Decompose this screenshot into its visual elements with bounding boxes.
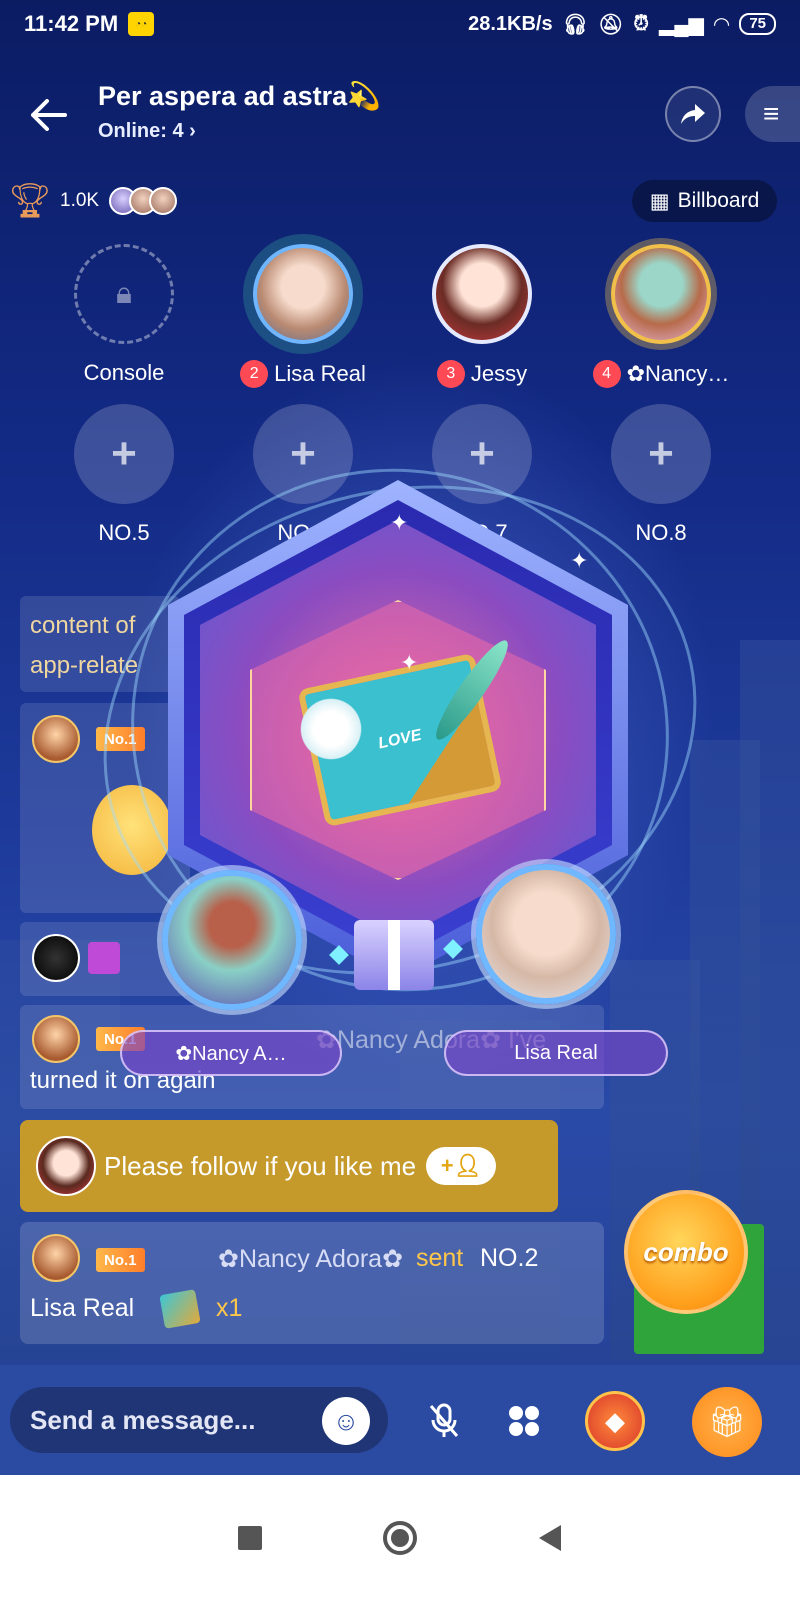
seat-label: Console bbox=[83, 360, 165, 385]
gift-icon[interactable]: 🎁︎ bbox=[692, 1387, 762, 1457]
receiver-avatar bbox=[476, 864, 616, 1004]
avatar bbox=[253, 244, 353, 344]
seat-label: Lisa Real bbox=[274, 361, 366, 386]
system-nav-bar bbox=[0, 1475, 800, 1600]
headphones-icon: 🎧︎ bbox=[562, 13, 588, 36]
mute-bell-icon: 🔕︎ bbox=[597, 13, 624, 36]
seat-console[interactable]: 🔒︎ Console bbox=[34, 244, 214, 386]
mic-off-icon[interactable] bbox=[418, 1395, 470, 1447]
sparkle-icon: ✦ bbox=[570, 548, 589, 573]
hamburger-icon: ≡ bbox=[763, 98, 780, 129]
avatar bbox=[36, 1136, 96, 1196]
gift-animation-overlay: LOVE ✦ ✦ ✦ ✿Nancy A… Lisa Real bbox=[48, 393, 752, 1076]
gift-receiver: Lisa Real bbox=[30, 1294, 135, 1322]
battery-indicator: 75 bbox=[739, 13, 776, 35]
gift-quantity: x1 bbox=[216, 1294, 243, 1322]
gift-box-icon bbox=[354, 920, 434, 990]
follow-prompt[interactable]: Please follow if you like me +👤︎ bbox=[20, 1120, 558, 1212]
avatar bbox=[149, 187, 178, 215]
seat-number-badge: 4 bbox=[592, 360, 621, 388]
app-notification-icon: ◔◔ bbox=[128, 12, 155, 36]
top-contributors bbox=[109, 187, 178, 215]
lock-icon: 🔒︎ bbox=[74, 244, 174, 344]
apps-grid-icon[interactable] bbox=[498, 1395, 550, 1447]
gift-book-icon bbox=[159, 1289, 201, 1329]
seat-label: ✿Nancy… bbox=[626, 361, 730, 386]
user-badge-icon bbox=[88, 942, 120, 974]
online-count-link[interactable]: Online: 4 › bbox=[98, 120, 196, 143]
billboard-label: Billboard bbox=[677, 189, 760, 212]
avatar bbox=[432, 244, 532, 344]
avatar[interactable] bbox=[32, 1015, 80, 1063]
receiver-nameplate: Lisa Real bbox=[444, 1030, 668, 1076]
menu-button[interactable]: ≡ bbox=[745, 86, 800, 142]
room-title: Per aspera ad astra💫 bbox=[98, 81, 381, 111]
status-time: 11:42 PM bbox=[24, 11, 119, 36]
sparkle-icon: ✦ bbox=[390, 510, 409, 535]
sender-nameplate: ✿Nancy A… bbox=[120, 1030, 342, 1076]
seat-label: Jessy bbox=[470, 361, 528, 386]
status-bar: 11:42 PM ◔◔ 28.1KB/s 🎧︎ 🔕︎ ⏰︎ ▂▄▆ ◠ 75 bbox=[0, 0, 800, 48]
circle-icon bbox=[383, 1520, 417, 1555]
signal-icon: ▂▄▆ bbox=[658, 13, 704, 36]
back-button[interactable] bbox=[530, 1518, 570, 1558]
flower-icon bbox=[296, 694, 366, 764]
seat-3[interactable]: 3 Jessy bbox=[392, 244, 572, 388]
follow-button[interactable]: +👤︎ bbox=[426, 1147, 497, 1185]
gem-icon[interactable]: ◆ bbox=[585, 1391, 645, 1451]
ranking-row[interactable]: 🏆︎ 1.0K bbox=[8, 176, 178, 226]
seat-number-badge: 2 bbox=[240, 360, 269, 388]
share-arrow-icon bbox=[681, 104, 705, 124]
billboard-button[interactable]: ▦ Billboard bbox=[632, 180, 777, 222]
trophy-icon: 🏆︎ bbox=[8, 182, 52, 220]
avatar[interactable] bbox=[32, 934, 80, 982]
rank-badge: No.1 bbox=[96, 1248, 145, 1272]
triangle-back-icon bbox=[539, 1524, 561, 1551]
square-icon bbox=[238, 1525, 262, 1550]
gift-sender: ✿Nancy Adora✿ bbox=[218, 1245, 404, 1273]
gift-sent-label: sent bbox=[416, 1244, 464, 1272]
share-button[interactable] bbox=[665, 86, 721, 142]
sender-avatar bbox=[162, 870, 302, 1010]
avatar[interactable] bbox=[32, 715, 80, 763]
room-header: Per aspera ad astra💫 Online: 4 › ≡ bbox=[0, 70, 800, 170]
book-label: LOVE bbox=[376, 726, 423, 753]
network-speed: 28.1KB/s bbox=[468, 12, 553, 35]
alarm-icon: ⏰︎ bbox=[633, 12, 649, 35]
recent-apps-button[interactable] bbox=[230, 1518, 270, 1558]
home-button[interactable] bbox=[380, 1518, 420, 1558]
calendar-icon: ▦ bbox=[649, 189, 670, 213]
ranking-count: 1.0K bbox=[60, 190, 100, 211]
avatar[interactable] bbox=[32, 1234, 80, 1282]
gift-message: No.1 ✿Nancy Adora✿ sent NO.2 Lisa Real x… bbox=[20, 1222, 604, 1344]
wifi-icon: ◠ bbox=[713, 13, 730, 36]
back-arrow-icon[interactable] bbox=[24, 90, 74, 140]
seat-number-badge: 3 bbox=[436, 360, 465, 388]
seat-2[interactable]: 2 Lisa Real bbox=[213, 244, 393, 388]
app-screen: 11:42 PM ◔◔ 28.1KB/s 🎧︎ 🔕︎ ⏰︎ ▂▄▆ ◠ 75 P… bbox=[0, 0, 800, 1490]
seat-4[interactable]: 4 ✿Nancy… bbox=[571, 244, 751, 388]
bottom-action-bar: ☺ ◆ 🎁︎ bbox=[0, 1365, 800, 1475]
combo-button[interactable]: combo bbox=[624, 1190, 748, 1314]
emoji-icon[interactable]: ☺ bbox=[322, 1397, 370, 1445]
sparkle-icon: ✦ bbox=[400, 650, 419, 675]
add-user-icon: +👤︎ bbox=[440, 1153, 482, 1178]
gift-target-seat: NO.2 bbox=[480, 1244, 539, 1272]
follow-prompt-text: Please follow if you like me bbox=[104, 1150, 417, 1181]
avatar bbox=[611, 244, 711, 344]
